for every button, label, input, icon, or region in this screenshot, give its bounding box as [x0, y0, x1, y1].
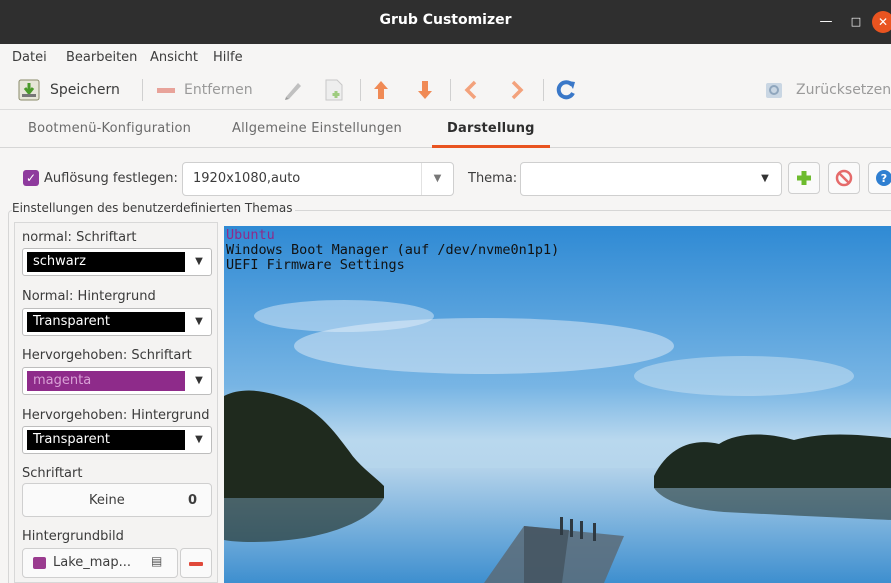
- refresh-button[interactable]: [556, 78, 576, 102]
- remove-button[interactable]: Entfernen: [156, 78, 253, 102]
- new-entry-icon: [325, 79, 343, 101]
- color-swatch: Transparent: [27, 430, 185, 450]
- refresh-icon: [556, 80, 575, 100]
- normal-font-label: normal: Schriftart: [22, 230, 137, 245]
- edit-button[interactable]: [282, 78, 304, 102]
- boot-entry: Windows Boot Manager (auf /dev/nvme0n1p1…: [226, 242, 560, 258]
- chevron-down-icon[interactable]: ▼: [187, 427, 211, 453]
- active-tab-indicator: [432, 145, 550, 148]
- remove-bg-image-button[interactable]: [180, 548, 212, 578]
- minimize-icon[interactable]: —: [816, 12, 836, 32]
- highlight-font-label: Hervorgehoben: Schriftart: [22, 348, 192, 363]
- tab-appearance[interactable]: Darstellung: [447, 121, 535, 136]
- boot-entry-selected: Ubuntu: [226, 227, 275, 243]
- chevron-down-icon[interactable]: ▼: [749, 163, 781, 195]
- save-icon: [18, 79, 40, 101]
- menu-datei[interactable]: Datei: [12, 50, 47, 65]
- tab-bootmenu-config[interactable]: Bootmenü-Konfiguration: [28, 121, 191, 136]
- revert-icon: [766, 83, 782, 98]
- theme-label: Thema:: [468, 171, 518, 186]
- normal-bg-value: Transparent: [33, 314, 110, 329]
- next-button[interactable]: [510, 78, 524, 102]
- previous-icon: [464, 80, 477, 100]
- custom-theme-frame-label: Einstellungen des benutzerdefinierten Th…: [12, 201, 296, 215]
- menu-bar: Datei Bearbeiten Ansicht Hilfe: [0, 44, 891, 70]
- resolution-checkbox[interactable]: ✓: [23, 170, 39, 186]
- color-swatch: schwarz: [27, 252, 185, 272]
- help-button[interactable]: ?: [868, 162, 891, 194]
- normal-bg-label: Normal: Hintergrund: [22, 289, 156, 304]
- tab-bar: Bootmenü-Konfiguration Allgemeine Einste…: [0, 110, 891, 148]
- remove-icon: [157, 88, 175, 93]
- save-button[interactable]: Speichern: [18, 78, 120, 102]
- reset-label: Zurücksetzen: [796, 82, 891, 98]
- normal-font-color-select[interactable]: schwarz ▼: [22, 248, 212, 276]
- color-swatch: Transparent: [27, 312, 185, 332]
- previous-button[interactable]: [464, 78, 478, 102]
- chevron-down-icon[interactable]: ▼: [187, 309, 211, 335]
- delete-theme-button[interactable]: [828, 162, 860, 194]
- chevron-down-icon[interactable]: ▼: [421, 163, 453, 195]
- boot-entry: UEFI Firmware Settings: [226, 257, 405, 273]
- help-icon: ?: [876, 170, 891, 186]
- highlight-bg-label: Hervorgehoben: Hintergrund: [22, 408, 210, 423]
- move-down-button[interactable]: [416, 78, 434, 102]
- highlight-bg-value: Transparent: [33, 432, 110, 447]
- separator: [543, 79, 544, 101]
- move-down-icon: [418, 81, 432, 99]
- title-bar: Grub Customizer — □ ✕: [0, 0, 891, 44]
- delete-icon: [835, 169, 853, 187]
- toolbar: Speichern Entfernen Zurücksetzen: [0, 70, 891, 110]
- add-icon: [797, 171, 811, 185]
- resolution-value: 1920x1080,auto: [193, 171, 301, 186]
- separator: [360, 79, 361, 101]
- bg-image-label: Hintergrundbild: [22, 529, 124, 544]
- reset-button[interactable]: Zurücksetzen: [764, 78, 891, 102]
- font-label: Schriftart: [22, 466, 83, 481]
- edit-icon: [285, 83, 301, 100]
- menu-bearbeiten[interactable]: Bearbeiten: [66, 50, 137, 65]
- font-chooser-button[interactable]: Keine 0: [22, 483, 212, 517]
- color-swatch: magenta: [27, 371, 185, 391]
- separator: [450, 79, 451, 101]
- boot-menu-entries: Ubuntu Windows Boot Manager (auf /dev/nv…: [226, 228, 559, 273]
- bg-image-filename: Lake_map...: [53, 555, 132, 570]
- boot-menu-preview: Ubuntu Windows Boot Manager (auf /dev/nv…: [224, 226, 891, 583]
- svg-text:?: ?: [881, 172, 887, 185]
- menu-hilfe[interactable]: Hilfe: [213, 50, 243, 65]
- background-image: [224, 226, 891, 583]
- separator: [142, 79, 143, 101]
- remove-icon: [189, 562, 203, 566]
- remove-label: Entfernen: [184, 82, 253, 98]
- font-name: Keine: [89, 493, 125, 508]
- resolution-combo[interactable]: 1920x1080,auto ▼: [182, 162, 454, 196]
- close-icon[interactable]: ✕: [872, 11, 891, 33]
- theme-combo[interactable]: ▼: [520, 162, 782, 196]
- chevron-down-icon[interactable]: ▼: [187, 368, 211, 394]
- document-icon: ▤: [151, 554, 163, 568]
- bg-image-chooser-button[interactable]: Lake_map... ▤: [22, 548, 178, 578]
- move-up-icon: [374, 81, 388, 99]
- window-title: Grub Customizer: [379, 12, 512, 28]
- move-up-button[interactable]: [372, 78, 390, 102]
- normal-font-value: schwarz: [33, 254, 86, 269]
- next-icon: [511, 80, 524, 100]
- font-size: 0: [187, 493, 197, 508]
- highlight-bg-color-select[interactable]: Transparent ▼: [22, 426, 212, 454]
- highlight-font-value: magenta: [33, 373, 92, 388]
- image-file-icon: [33, 557, 46, 569]
- normal-bg-color-select[interactable]: Transparent ▼: [22, 308, 212, 336]
- menu-ansicht[interactable]: Ansicht: [150, 50, 198, 65]
- new-entry-button[interactable]: [324, 78, 344, 102]
- highlight-font-color-select[interactable]: magenta ▼: [22, 367, 212, 395]
- save-label: Speichern: [50, 82, 120, 98]
- chevron-down-icon[interactable]: ▼: [187, 249, 211, 275]
- resolution-label: Auflösung festlegen:: [44, 171, 178, 186]
- maximize-icon[interactable]: □: [846, 12, 866, 32]
- add-theme-button[interactable]: [788, 162, 820, 194]
- tab-general-settings[interactable]: Allgemeine Einstellungen: [232, 121, 402, 136]
